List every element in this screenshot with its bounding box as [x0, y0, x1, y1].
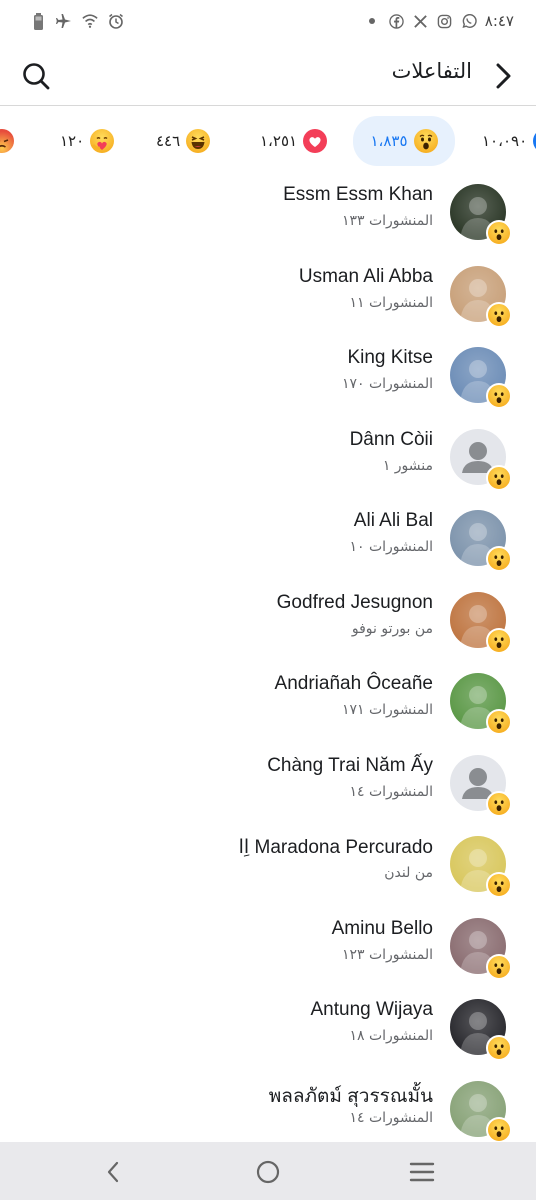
search-icon	[23, 63, 50, 90]
person-subtitle: المنشورات ١٢٣	[341, 946, 433, 963]
list-item[interactable]: Aminu Bello المنشورات ١٢٣	[0, 910, 536, 992]
tab-love[interactable]: ١،٢٥١	[248, 116, 339, 166]
clock-time: ٨:٤٧	[484, 12, 514, 30]
person-name[interactable]: Aminu Bello	[332, 918, 433, 940]
tab-count: ١،٢٥١	[260, 132, 298, 150]
status-left-icons	[30, 12, 124, 30]
recents-nav-icon	[409, 1162, 435, 1182]
status-bar: ٨:٤٧	[0, 0, 536, 44]
person-name[interactable]: Essm Essm Khan	[283, 184, 433, 206]
person-name[interactable]: Antung Wijaya	[310, 999, 433, 1021]
battery-icon	[30, 12, 46, 30]
list-item[interactable]: King Kitse المنشورات ١٧٠	[0, 339, 536, 421]
tab-count: ١،٨٣٥	[370, 132, 408, 150]
person-name[interactable]: ‏اِا Maradona Percurado	[239, 836, 433, 859]
wow-reaction-badge-icon	[486, 1035, 512, 1061]
nav-recents-button[interactable]	[404, 1154, 440, 1190]
wow-reaction-badge-icon	[486, 220, 512, 246]
wow-reaction-badge-icon	[486, 953, 512, 980]
wow-reaction-badge-icon	[486, 709, 512, 735]
person-subtitle: من بورتو نوفو	[351, 620, 433, 637]
wow-reaction-badge-icon	[486, 464, 512, 491]
person-subtitle: المنشورات ١٣٣	[341, 213, 433, 229]
list-item[interactable]: Godfred Jesugnon من بورتو نوفو	[0, 584, 536, 666]
wow-reaction-badge-icon	[486, 790, 512, 817]
person-name[interactable]: Usman Ali Abba	[299, 266, 433, 288]
person-subtitle: المنشورات ١٧١	[341, 702, 433, 718]
person-name[interactable]: Ali Ali Bal	[354, 510, 433, 532]
person-subtitle: المنشورات ١٤	[349, 1109, 433, 1126]
person-name[interactable]: พลลภัตม์ สุวรรณมั้น	[269, 1081, 433, 1111]
reaction-tabs: ١٢٠ ٤٤٦ ١،٢٥١ ١،٨٣٥ ١٠،٠٩٠	[0, 112, 536, 172]
person-subtitle: من لندن	[384, 865, 433, 881]
person-subtitle: المنشورات ١١	[349, 294, 433, 311]
header-bar: التفاعلات	[0, 44, 536, 106]
person-name[interactable]: King Kitse	[347, 347, 433, 369]
back-nav-icon	[107, 1161, 119, 1183]
wow-reaction-badge-icon	[486, 1116, 512, 1143]
wow-reaction-icon	[413, 129, 438, 153]
wow-reaction-badge-icon	[486, 301, 512, 328]
wow-reaction-badge-icon	[486, 872, 512, 898]
notification-dot-icon	[368, 18, 375, 24]
list-item[interactable]: Essm Essm Khan المنشورات ١٣٣	[0, 176, 536, 258]
list-item[interactable]: Ali Ali Bal المنشورات ١٠	[0, 502, 536, 584]
tab-like[interactable]: ١٠،٠٩٠	[470, 116, 536, 166]
person-subtitle: منشور ١	[382, 457, 433, 474]
list-item[interactable]: Dânn Còii منشور ١	[0, 421, 536, 503]
back-button[interactable]	[488, 60, 518, 92]
person-subtitle: المنشورات ١٤	[349, 783, 433, 800]
person-subtitle: المنشورات ١٧٠	[341, 376, 433, 392]
person-name[interactable]: Chàng Trai Năm Ấy	[267, 755, 433, 777]
page-title: التفاعلات	[391, 59, 472, 83]
reactors-list: Essm Essm Khan المنشورات ١٣٣ Usman Ali Abb…	[0, 176, 536, 1154]
care-reaction-icon	[90, 129, 115, 153]
tab-care[interactable]: ١٢٠	[48, 116, 126, 166]
facebook-icon	[389, 12, 405, 30]
angry-reaction-icon	[0, 129, 14, 153]
person-name[interactable]: Godfred Jesugnon	[277, 592, 433, 614]
wow-reaction-badge-icon	[486, 383, 512, 409]
list-item[interactable]: Andriañah Ôceañe المنشورات ١٧١	[0, 665, 536, 747]
nav-home-button[interactable]	[250, 1154, 286, 1190]
tab-wow[interactable]: ١،٨٣٥	[353, 116, 455, 166]
tab-count: ٤٤٦	[156, 132, 181, 150]
wow-reaction-badge-icon	[486, 546, 512, 572]
wifi-icon	[82, 12, 98, 30]
x-icon	[413, 12, 429, 30]
love-reaction-icon	[303, 129, 328, 153]
alarm-icon	[108, 12, 124, 30]
person-subtitle: المنشورات ١٠	[349, 539, 433, 555]
instagram-icon	[437, 12, 453, 30]
person-name[interactable]: Dânn Còii	[350, 429, 433, 451]
home-nav-icon	[256, 1160, 280, 1184]
list-item[interactable]: Antung Wijaya المنشورات ١٨	[0, 991, 536, 1073]
wow-reaction-badge-icon	[486, 627, 512, 654]
list-item[interactable]: Chàng Trai Năm Ấy المنشورات ١٤	[0, 747, 536, 829]
nav-back-button[interactable]	[96, 1154, 132, 1190]
list-item[interactable]: ‏اِا Maradona Percurado من لندن	[0, 828, 536, 910]
list-item[interactable]: Usman Ali Abba المنشورات ١١	[0, 258, 536, 340]
person-name[interactable]: Andriañah Ôceañe	[275, 673, 433, 695]
airplane-icon	[56, 12, 72, 30]
haha-reaction-icon	[186, 129, 211, 153]
status-right-icons: ٨:٤٧	[368, 12, 514, 30]
person-subtitle: المنشورات ١٨	[349, 1028, 433, 1044]
system-nav-bar	[0, 1142, 536, 1200]
whatsapp-icon	[461, 12, 477, 30]
search-button[interactable]	[20, 60, 52, 92]
tab-count: ١٠،٠٩٠	[482, 132, 528, 150]
tab-angry[interactable]	[0, 116, 26, 166]
tab-count: ١٢٠	[60, 132, 85, 150]
tab-haha[interactable]: ٤٤٦	[144, 116, 222, 166]
chevron-right-icon	[496, 63, 511, 89]
